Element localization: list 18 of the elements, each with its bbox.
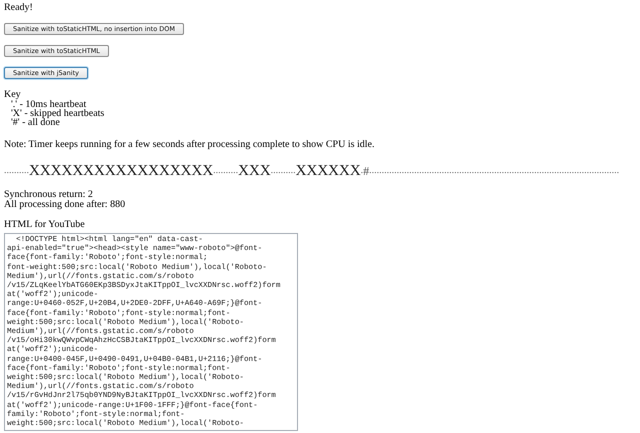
heartbeat-dots: ..........	[4, 164, 29, 178]
key-heading: Key	[4, 90, 21, 100]
key-item: '.' - 10ms heartbeat	[11, 100, 86, 109]
key-item: 'X' - skipped heartbeats	[10, 109, 104, 118]
heartbeat-dots: ..........	[270, 164, 296, 178]
output-label: HTML for YouTube	[4, 220, 85, 230]
skipped-heartbeats: XXXXXX	[296, 162, 361, 180]
heartbeat-dots: ....................................................................................................	[369, 164, 620, 178]
note-text: Note: Timer keeps running for a few seconds after processing complete to show CPU is idle.	[4, 140, 374, 150]
done-mark: #	[363, 163, 370, 180]
heartbeat-dots: .	[360, 164, 364, 178]
processing-time-text: All processing done after: 880	[4, 200, 126, 210]
skipped-heartbeats: XXXXXXXXXXXXXXXXX	[29, 162, 214, 180]
skipped-heartbeats: XXX	[238, 162, 271, 180]
key-item: '#' - all done	[10, 118, 60, 127]
status-text: Ready!	[4, 3, 33, 13]
heartbeat-dots: ..........	[213, 164, 238, 178]
sync-return-text: Synchronous return: 2	[4, 190, 93, 200]
